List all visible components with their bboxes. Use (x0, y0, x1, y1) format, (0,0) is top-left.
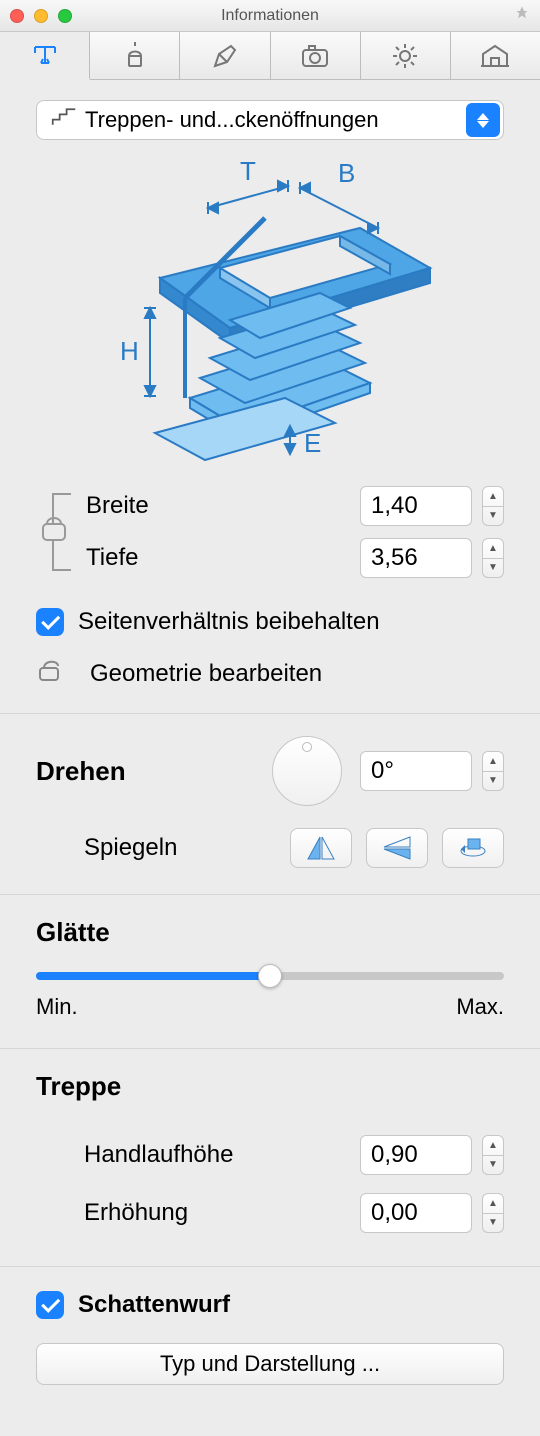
tab-building[interactable] (451, 32, 540, 79)
handrail-stepper[interactable]: ▲▼ (482, 1135, 504, 1175)
dim-T-label: T (240, 158, 256, 186)
dropdown-label: Treppen- und...ckenöffnungen (85, 107, 495, 133)
rotate-3d-button[interactable] (442, 828, 504, 868)
tab-dimensions[interactable] (0, 32, 90, 80)
lock-open-icon (36, 656, 66, 691)
tabstrip (0, 32, 540, 80)
aspect-label: Seitenverhältnis beibehalten (78, 608, 380, 636)
dim-E-label: E (304, 428, 321, 458)
window-title: Informationen (0, 7, 540, 25)
object-type-dropdown[interactable]: Treppen- und...ckenöffnungen (36, 100, 504, 140)
depth-label: Tiefe (86, 544, 360, 572)
width-input[interactable] (360, 486, 472, 526)
tab-materials[interactable] (90, 32, 180, 79)
elevation-input[interactable] (360, 1193, 472, 1233)
handrail-label: Handlaufhöhe (84, 1141, 360, 1169)
dim-H-label: H (120, 336, 139, 366)
edit-geometry-label[interactable]: Geometrie bearbeiten (90, 660, 322, 688)
tab-camera[interactable] (271, 32, 361, 79)
stairs-heading: Treppe (36, 1071, 504, 1102)
slider-max-label: Max. (456, 994, 504, 1020)
aspect-link-icon[interactable] (36, 480, 86, 584)
mirror-label: Spiegeln (84, 834, 276, 862)
rotation-stepper[interactable]: ▲▼ (482, 751, 504, 791)
stairs-diagram: T B H E (0, 150, 540, 480)
aspect-checkbox[interactable] (36, 608, 64, 636)
width-label: Breite (86, 492, 360, 520)
smoothness-label: Glätte (36, 917, 504, 948)
depth-input[interactable] (360, 538, 472, 578)
cast-shadow-checkbox[interactable] (36, 1291, 64, 1319)
dropdown-arrows-icon (466, 103, 500, 137)
width-stepper[interactable]: ▲▼ (482, 486, 504, 526)
depth-stepper[interactable]: ▲▼ (482, 538, 504, 578)
stairs-icon (51, 107, 77, 133)
rotation-input[interactable] (360, 751, 472, 791)
rotate-label: Drehen (36, 756, 272, 787)
type-and-appearance-button[interactable]: Typ und Darstellung ... (36, 1343, 504, 1385)
rotation-dial[interactable] (272, 736, 342, 806)
elevation-label: Erhöhung (84, 1199, 360, 1227)
elevation-stepper[interactable]: ▲▼ (482, 1193, 504, 1233)
dim-B-label: B (338, 158, 355, 188)
flip-vertical-button[interactable] (366, 828, 428, 868)
handrail-input[interactable] (360, 1135, 472, 1175)
cast-shadow-label: Schattenwurf (78, 1291, 230, 1319)
slider-min-label: Min. (36, 994, 78, 1020)
flip-horizontal-button[interactable] (290, 828, 352, 868)
titlebar: Informationen (0, 0, 540, 32)
tab-light[interactable] (361, 32, 451, 79)
smoothness-slider[interactable] (36, 972, 504, 980)
pin-icon[interactable] (514, 5, 530, 26)
tab-edit[interactable] (180, 32, 270, 79)
